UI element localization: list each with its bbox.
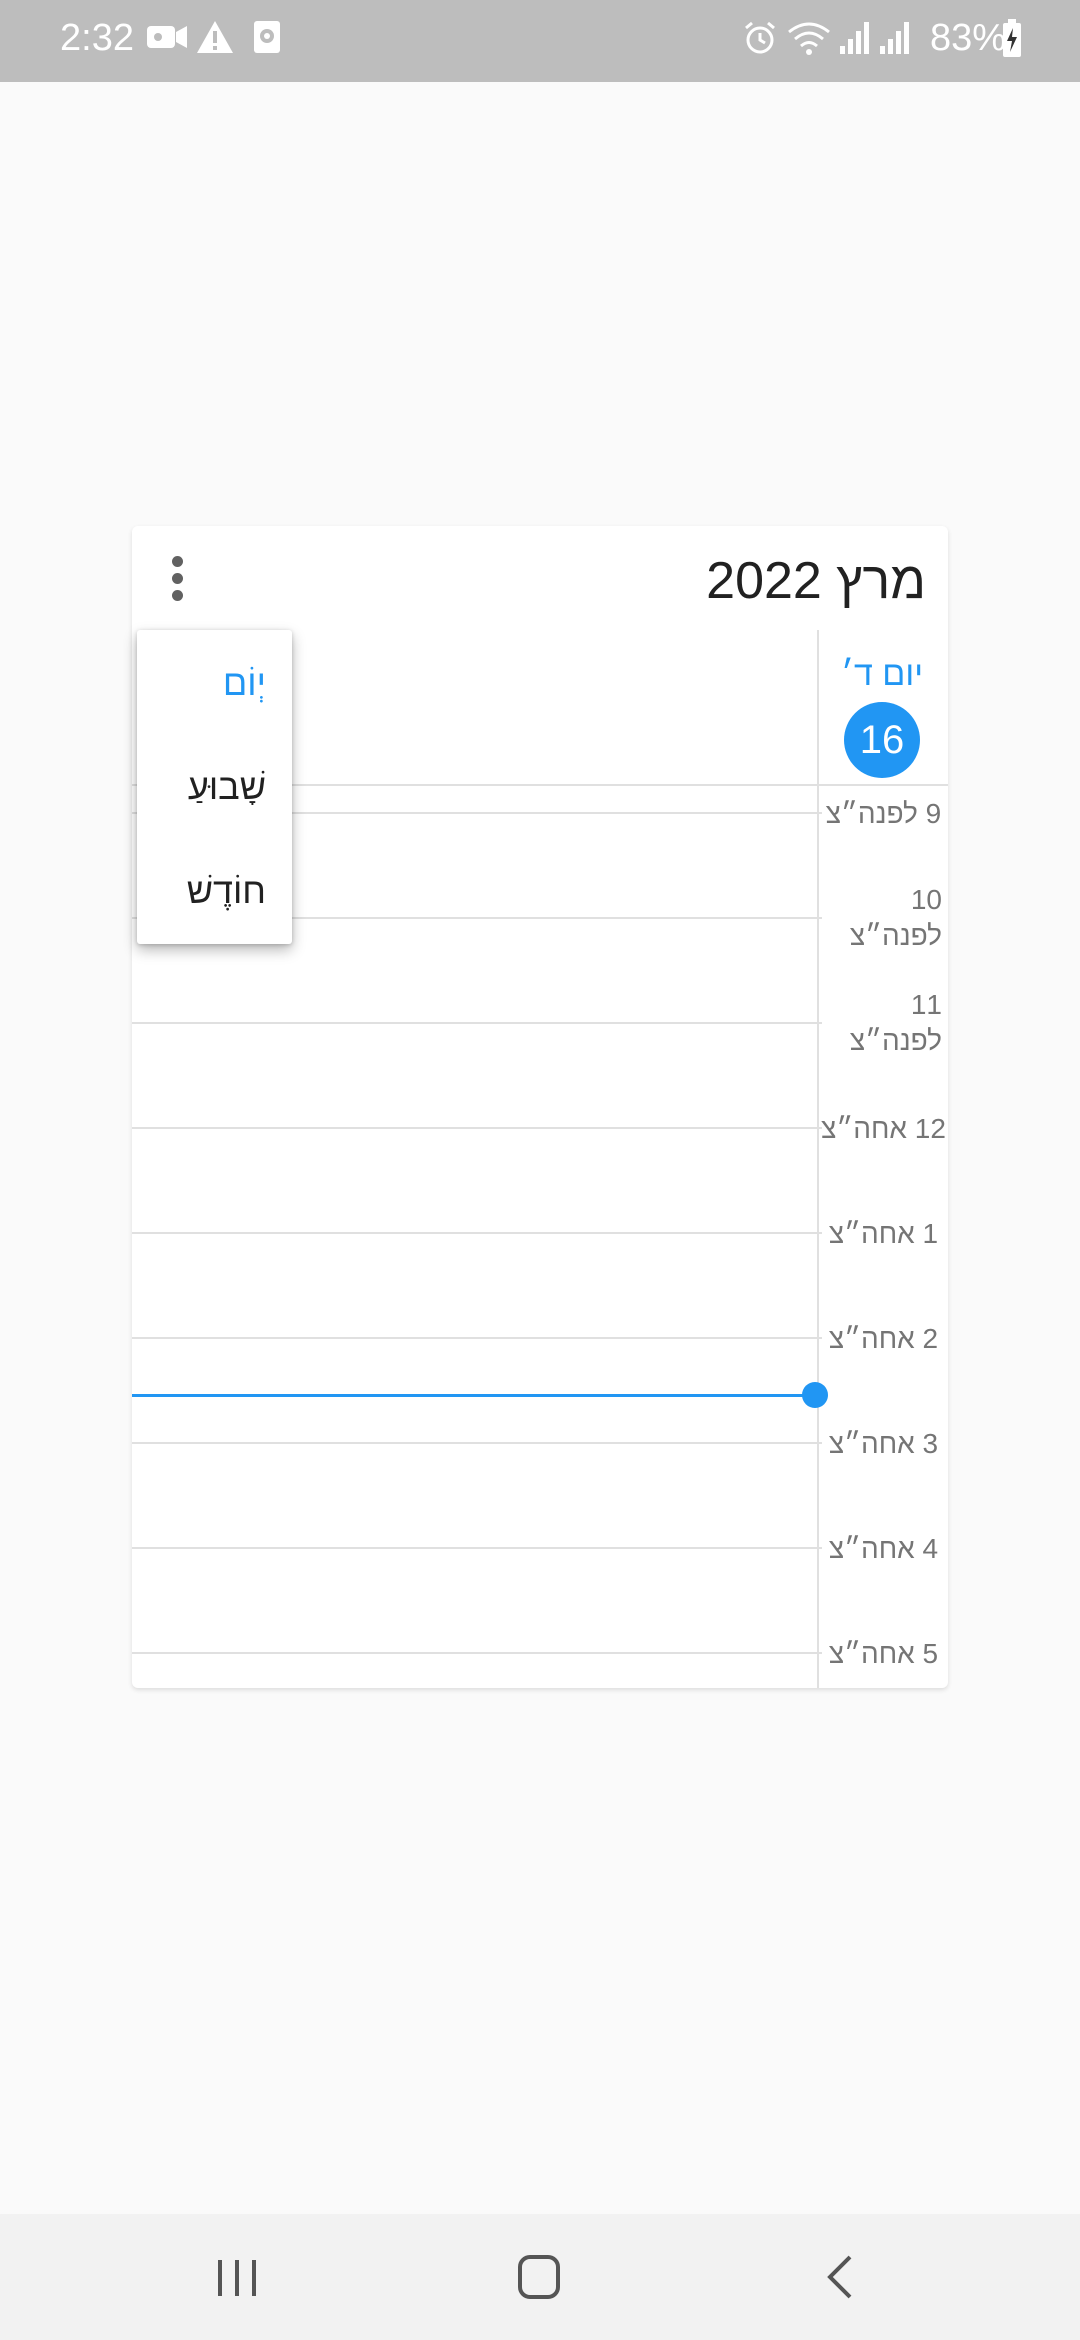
weekday-label: יום ד׳ bbox=[840, 655, 924, 693]
battery-percent: 83% bbox=[929, 17, 1006, 59]
battery-charging-icon bbox=[1003, 19, 1021, 57]
warning-icon bbox=[197, 21, 233, 53]
hour-grid-line bbox=[132, 1127, 822, 1129]
wifi-icon bbox=[788, 22, 830, 55]
current-time-line bbox=[132, 1394, 812, 1397]
hour-label: 3 אחה״צ bbox=[828, 1428, 939, 1459]
menu-item-day[interactable]: יְוֹם bbox=[223, 660, 266, 706]
signal-icon bbox=[840, 22, 869, 54]
back-icon[interactable] bbox=[806, 2244, 876, 2310]
hour-label: 4 אחה״צ bbox=[828, 1533, 939, 1564]
hour-label: 5 אחה״צ bbox=[828, 1638, 939, 1669]
recent-apps-icon[interactable] bbox=[202, 2244, 272, 2310]
hour-label: 12 אחה״צ bbox=[821, 1113, 946, 1144]
status-bar: 2:32 83% bbox=[0, 0, 1080, 82]
navigation-bar bbox=[0, 2214, 1080, 2340]
hour-label: 9 לפנה״צ bbox=[825, 798, 942, 829]
alarm-icon bbox=[745, 21, 775, 54]
video-camera-icon bbox=[147, 26, 187, 48]
hour-label: 1 אחה״צ bbox=[828, 1218, 939, 1249]
status-time: 2:32 bbox=[60, 17, 134, 59]
time-column-divider bbox=[817, 630, 819, 1688]
hour-label: 10 לפנה״צ bbox=[849, 884, 942, 951]
current-time-indicator bbox=[802, 1382, 828, 1408]
menu-item-month[interactable]: חוֹדֶשׁ bbox=[187, 868, 266, 914]
month-title[interactable]: מרץ 2022 bbox=[706, 546, 926, 616]
hour-grid-line bbox=[132, 1547, 822, 1549]
home-icon[interactable] bbox=[504, 2244, 574, 2310]
hour-grid-line bbox=[132, 1022, 822, 1024]
hour-grid-line bbox=[132, 1232, 822, 1234]
screen-record-icon bbox=[254, 21, 280, 53]
hour-label: 11 לפנה״צ bbox=[849, 989, 942, 1056]
signal-icon bbox=[880, 22, 909, 54]
hour-label: 2 אחה״צ bbox=[828, 1323, 939, 1354]
hour-grid-line bbox=[132, 1337, 822, 1339]
hour-grid-line bbox=[132, 1442, 822, 1444]
hour-grid-line bbox=[132, 1652, 822, 1654]
view-mode-menu: יְוֹם שָׁבוּעַ חוֹדֶשׁ bbox=[137, 630, 292, 944]
more-options-icon[interactable] bbox=[166, 556, 188, 608]
menu-item-week[interactable]: שָׁבוּעַ bbox=[188, 764, 266, 810]
today-date-badge[interactable]: 16 bbox=[844, 702, 920, 778]
